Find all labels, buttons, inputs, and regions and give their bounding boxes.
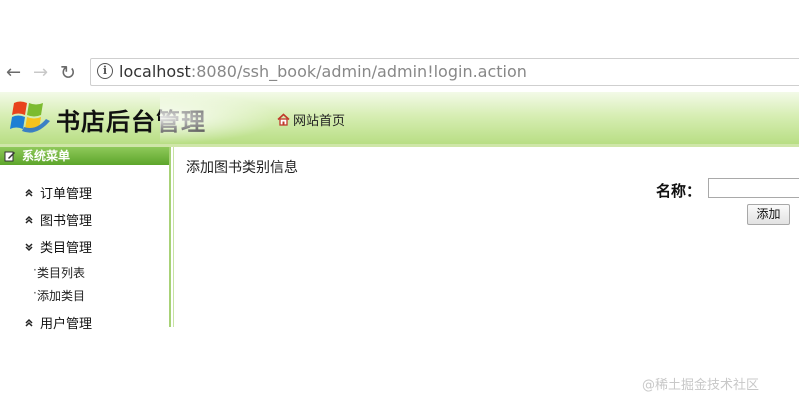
home-link[interactable]: 网站首页 (277, 110, 345, 129)
sidebar-item-users[interactable]: 用户管理 (24, 313, 92, 332)
sidebar-item-label: 图书管理 (40, 214, 93, 229)
header-decoration (160, 92, 280, 144)
sidebar-item-orders[interactable]: 订单管理 (24, 183, 92, 202)
url-host: localhost (119, 62, 191, 81)
chevron-down-icon (25, 242, 33, 251)
add-button[interactable]: 添加 (747, 204, 790, 225)
chevron-up-icon (25, 318, 33, 327)
forward-arrow-icon[interactable]: → (33, 64, 48, 82)
sidebar-item-label: 用户管理 (40, 317, 93, 332)
url-path: :8080/ssh_book/admin/admin!login.action (190, 62, 527, 81)
name-label: 名称： (656, 182, 702, 200)
sidebar-item-label: 订单管理 (40, 187, 93, 202)
windows-logo-icon (10, 101, 50, 133)
edit-icon (4, 151, 15, 162)
watermark: @稀土掘金技术社区 (642, 378, 760, 393)
sidebar-title: 系统菜单 (22, 149, 71, 163)
name-input[interactable] (708, 178, 799, 198)
chevron-up-icon (25, 215, 33, 224)
sidebar-item-books[interactable]: 图书管理 (24, 210, 92, 229)
sidebar: 系统菜单 订单管理 图书管理 类目管理 类目列表 添加类目 用户管理 (0, 147, 171, 332)
app-header: 书店后台管理 网站首页 (0, 92, 799, 145)
page-title: 添加图书类别信息 (186, 160, 298, 176)
sidebar-subitem-add-category[interactable]: 添加类目 (33, 286, 85, 304)
home-link-label: 网站首页 (293, 114, 346, 129)
info-icon[interactable]: i (97, 63, 113, 79)
reload-icon[interactable]: ↻ (60, 64, 76, 83)
sidebar-subitem-category-list[interactable]: 类目列表 (33, 263, 85, 281)
browser-toolbar: ← → ↻ i localhost:8080/ssh_book/admin/ad… (0, 58, 799, 88)
address-bar[interactable]: i localhost:8080/ssh_book/admin/admin!lo… (90, 58, 799, 86)
url-text: localhost:8080/ssh_book/admin/admin!logi… (119, 62, 527, 81)
main-content: 添加图书类别信息 名称： 添加 (173, 147, 799, 327)
sidebar-item-label: 类目管理 (40, 241, 93, 256)
sidebar-header: 系统菜单 (0, 147, 169, 165)
back-arrow-icon[interactable]: ← (6, 64, 21, 82)
chevron-up-icon (25, 188, 33, 197)
sidebar-item-categories[interactable]: 类目管理 (24, 237, 92, 256)
